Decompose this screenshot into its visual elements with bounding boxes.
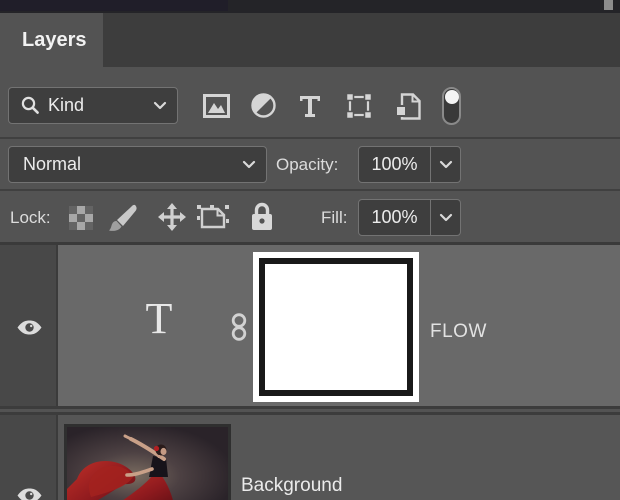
layer-content[interactable]: T FLOW xyxy=(58,245,620,406)
layer-mask-thumbnail[interactable] xyxy=(253,252,419,402)
dancer-image xyxy=(67,427,228,500)
chevron-down-icon xyxy=(439,213,452,222)
mask-link-icon[interactable] xyxy=(230,313,248,341)
background-layer-thumbnail[interactable] xyxy=(64,424,231,500)
panel-tabbar: Layers xyxy=(0,13,620,67)
tab-layers[interactable]: Layers xyxy=(0,13,103,67)
layer-content[interactable]: Background xyxy=(58,415,620,500)
blend-mode-value: Normal xyxy=(23,154,82,174)
fill-control[interactable]: 100% xyxy=(358,199,461,236)
eye-icon[interactable] xyxy=(17,320,42,335)
type-layers-filter-icon[interactable] xyxy=(299,95,321,118)
blend-mode-dropdown[interactable]: Normal xyxy=(8,146,267,183)
filter-row: Kind xyxy=(0,67,620,139)
eye-icon[interactable] xyxy=(17,488,42,500)
tab-layers-label: Layers xyxy=(22,28,87,51)
pixel-layers-filter-icon[interactable] xyxy=(203,94,230,118)
layer-row-background[interactable]: Background xyxy=(0,412,620,500)
shape-layers-filter-icon[interactable] xyxy=(346,93,372,119)
fill-slider-button[interactable] xyxy=(431,213,460,222)
panel-drag-handle[interactable] xyxy=(604,0,613,10)
opacity-label: Opacity: xyxy=(276,155,339,174)
titlebar-accent xyxy=(0,0,228,11)
lock-artboard-nesting-icon[interactable] xyxy=(197,205,229,231)
chevron-down-icon xyxy=(242,160,256,169)
layer-name[interactable]: FLOW xyxy=(430,321,487,343)
smart-objects-filter-icon[interactable] xyxy=(395,93,421,120)
opacity-control[interactable]: 100% xyxy=(358,146,461,183)
chevron-down-icon xyxy=(439,160,452,169)
layer-mask-fill xyxy=(259,258,413,396)
opacity-slider-button[interactable] xyxy=(431,160,460,169)
chevron-down-icon xyxy=(153,101,167,110)
filtering-toggle-knob xyxy=(444,89,459,104)
layer-name[interactable]: Background xyxy=(241,475,342,497)
fill-label: Fill: xyxy=(321,208,348,227)
filter-kind-dropdown[interactable]: Kind xyxy=(8,87,178,124)
lock-image-pixels-icon[interactable] xyxy=(108,204,138,232)
visibility-column xyxy=(0,415,58,500)
visibility-column xyxy=(0,245,58,406)
lock-all-icon[interactable] xyxy=(251,202,273,231)
lock-label: Lock: xyxy=(10,208,51,227)
window-titlebar xyxy=(0,0,620,13)
adjustment-layers-filter-icon[interactable] xyxy=(251,93,276,118)
fill-value[interactable]: 100% xyxy=(359,207,430,228)
lock-transparent-pixels-icon[interactable] xyxy=(69,206,93,230)
opacity-value[interactable]: 100% xyxy=(359,154,430,175)
layer-row-flow[interactable]: T FLOW xyxy=(0,245,620,409)
lock-row: Lock: Fill: 100% xyxy=(0,191,620,245)
lock-position-icon[interactable] xyxy=(158,203,186,231)
filtering-toggle[interactable] xyxy=(442,87,461,125)
blend-row: Normal Opacity: 100% xyxy=(0,139,620,191)
search-icon xyxy=(21,96,39,114)
filter-kind-label: Kind xyxy=(48,95,85,115)
text-layer-thumbnail[interactable]: T xyxy=(114,297,204,341)
